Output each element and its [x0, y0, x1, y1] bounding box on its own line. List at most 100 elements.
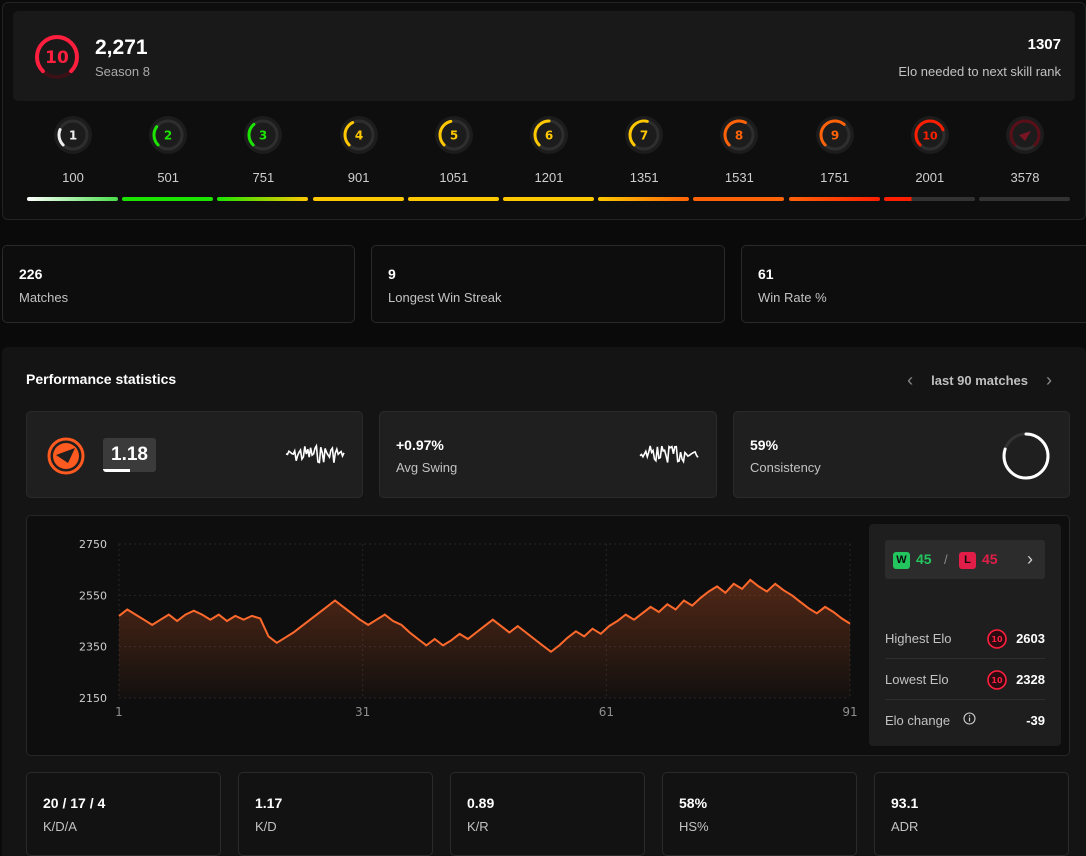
matches-label: Matches	[19, 290, 69, 305]
skill-level-min-elo: 1751	[820, 170, 850, 185]
skill-level-3: 3 751	[217, 115, 309, 205]
rating-value: 1.18	[111, 444, 148, 465]
skill-level-5: 5 1051	[407, 115, 500, 205]
skill-level-10-icon: 10	[987, 670, 1007, 690]
skill-level-7: 7 1351	[598, 115, 690, 205]
skill-level-bar	[883, 197, 975, 201]
elo-area	[119, 579, 850, 698]
period-label: last 90 matches	[931, 372, 1028, 388]
highest-elo-label: Highest Elo	[885, 631, 952, 646]
x-tick-label: 61	[599, 705, 614, 719]
skill-level-2: 2 501	[122, 115, 214, 205]
skill-level-4: 4 901	[312, 115, 405, 205]
svg-text:2: 2	[164, 129, 172, 143]
win-loss-summary[interactable]: W 45 / L 45 ›	[885, 540, 1045, 579]
skill-level-challenger: 3578	[979, 115, 1071, 205]
skill-level-1-icon: 1	[54, 116, 92, 154]
chevron-right-icon[interactable]: ›	[1040, 370, 1058, 391]
y-tick-label: 2150	[79, 692, 107, 705]
skill-level-10-icon: 10	[35, 35, 79, 79]
consistency-value: 59%	[750, 437, 779, 453]
loss-badge: L	[959, 552, 976, 569]
skill-level-10-icon: 10	[910, 116, 949, 154]
progress-ring-icon	[1002, 432, 1050, 480]
skill-level-min-elo: 1051	[439, 170, 469, 185]
skill-level-min-elo: 501	[157, 170, 180, 185]
skill-level-bar	[693, 197, 785, 201]
svg-text:8: 8	[735, 129, 743, 143]
skill-level-5-icon: 5	[434, 116, 473, 154]
lowest-elo-value: 2328	[1016, 672, 1045, 687]
skill-level-bar	[979, 197, 1070, 201]
skill-level-min-elo: 2001	[915, 170, 945, 185]
kr-card: 0.89 K/R	[450, 772, 645, 856]
skill-level-2-icon: 2	[149, 116, 188, 154]
elo-history-chart: 2150 2350 2550 2750 1 31 61 91	[79, 538, 858, 719]
skill-level-bar	[122, 197, 214, 201]
skill-level-bar	[407, 197, 499, 201]
elo-change-label: Elo change	[885, 713, 951, 728]
hs-label: HS%	[679, 819, 709, 834]
avg-swing-label: Avg Swing	[396, 460, 458, 475]
longest-win-streak-card: 9 Longest Win Streak	[371, 245, 725, 323]
skill-level-bar	[788, 197, 880, 201]
elo-needed-label: Elo needed to next skill rank	[898, 64, 1061, 79]
period-selector: ‹ last 90 matches ›	[901, 370, 1058, 391]
faceit-logo-icon	[47, 437, 85, 475]
chevron-left-icon[interactable]: ‹	[901, 370, 919, 391]
skill-level-6: 6 1201	[503, 115, 595, 205]
performance-title: Performance statistics	[26, 371, 177, 387]
svg-text:10: 10	[45, 48, 69, 68]
skill-level-10: 10 2001	[883, 115, 976, 205]
adr-label: ADR	[891, 819, 919, 834]
skill-level-6-icon: 6	[530, 116, 568, 154]
skill-level-8-icon: 8	[720, 116, 759, 154]
rating-sparkline	[285, 443, 345, 464]
skill-level-min-elo: 1351	[629, 170, 659, 185]
svg-text:3: 3	[259, 129, 267, 143]
skill-level-1: 1 100	[27, 115, 119, 205]
kda-card: 20 / 17 / 4 K/D/A	[26, 772, 221, 856]
kd-card: 1.17 K/D	[238, 772, 433, 856]
skill-level-bar	[503, 197, 594, 201]
adr-value: 93.1	[891, 795, 919, 811]
svg-text:10: 10	[991, 635, 1003, 644]
performance-statistics-panel: Performance statistics ‹ last 90 matches…	[2, 347, 1086, 856]
skill-level-9: 9 1751	[788, 115, 881, 205]
avg-swing-sparkline	[639, 445, 699, 464]
kd-value: 1.17	[255, 795, 283, 811]
info-icon[interactable]	[963, 712, 976, 725]
skill-level-min-elo: 751	[252, 170, 275, 185]
skill-level-min-elo: 901	[347, 170, 370, 185]
lowest-elo-row: Lowest Elo 10 2328	[885, 659, 1045, 699]
win-loss-separator: /	[944, 552, 948, 567]
skill-level-bar	[27, 197, 118, 201]
skill-level-4-icon: 4	[339, 116, 378, 154]
chevron-right-icon[interactable]: ›	[1027, 549, 1033, 570]
skill-level-10-icon: 10	[987, 629, 1007, 649]
highest-elo-row: Highest Elo 10 2603	[885, 618, 1045, 658]
skill-level-9-icon: 9	[815, 116, 854, 154]
x-tick-label: 1	[115, 705, 123, 719]
skill-level-panel: 10 2,271 Season 8 1307 Elo needed to nex…	[2, 2, 1086, 220]
skill-level-challenger-icon	[1006, 116, 1044, 154]
elo-needed-value: 1307	[1027, 36, 1061, 53]
matches-card: 226 Matches	[2, 245, 355, 323]
rating-card: 1.18	[26, 411, 363, 498]
skill-level-8: 8 1531	[693, 115, 785, 205]
current-elo: 2,271	[95, 36, 148, 59]
season-label: Season 8	[95, 64, 150, 79]
adr-card: 93.1 ADR	[874, 772, 1069, 856]
skill-level-7-icon: 7	[625, 116, 664, 154]
avg-swing-value: +0.97%	[396, 437, 444, 453]
kr-label: K/R	[467, 819, 489, 834]
consistency-label: Consistency	[750, 460, 821, 475]
svg-text:9: 9	[830, 129, 838, 143]
kd-label: K/D	[255, 819, 277, 834]
skill-level-min-elo: 100	[62, 170, 84, 185]
hs-value: 58%	[679, 795, 708, 811]
consistency-card: 59% Consistency	[733, 411, 1070, 498]
svg-text:4: 4	[354, 129, 362, 143]
skill-level-bar	[217, 197, 309, 201]
win-rate-value: 61	[758, 266, 774, 282]
